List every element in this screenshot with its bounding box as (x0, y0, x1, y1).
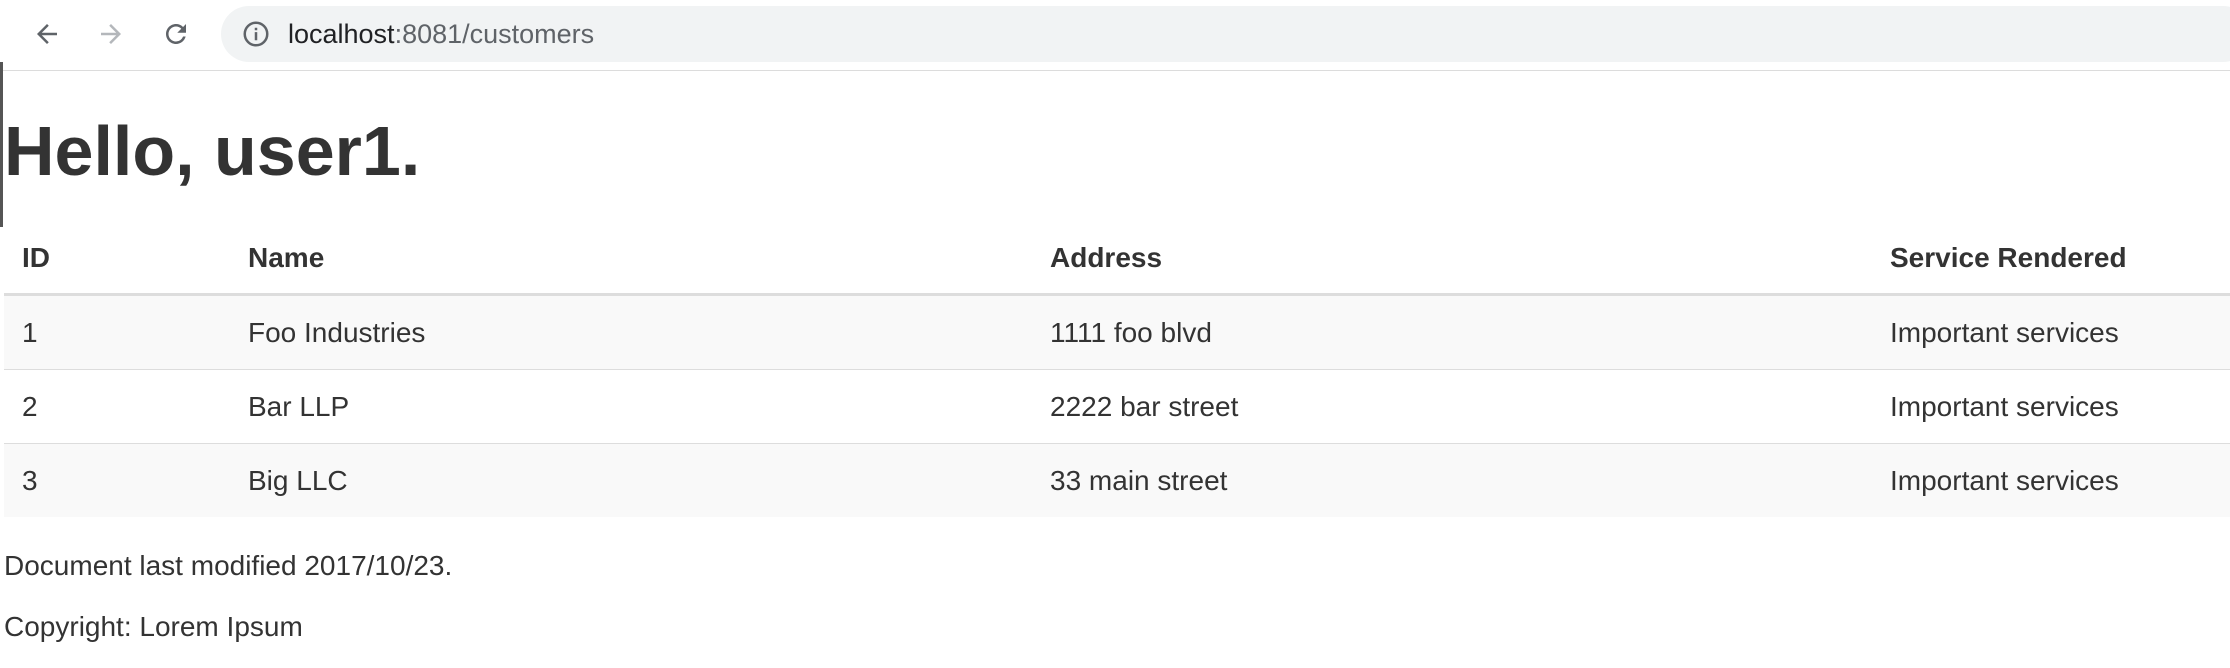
customers-table: ID Name Address Service Rendered 1 Foo I… (4, 223, 2230, 517)
browser-toolbar: localhost:8081/customers (0, 0, 2230, 71)
cell-service: Important services (1872, 294, 2230, 370)
reload-icon (166, 24, 186, 44)
forward-arrow-icon (101, 24, 121, 44)
last-modified-text: Document last modified 2017/10/23. (4, 550, 453, 581)
cell-address: 33 main street (1032, 443, 1872, 517)
copyright-text: Copyright: Lorem Ipsum (4, 611, 303, 642)
address-bar[interactable]: localhost:8081/customers (221, 6, 2230, 62)
cell-address: 2222 bar street (1032, 369, 1872, 444)
cell-service: Important services (1872, 369, 2230, 444)
table-row: 3 Big LLC 33 main street Important servi… (4, 443, 2230, 517)
cell-address: 1111 foo blvd (1032, 294, 1872, 370)
table-row: 2 Bar LLP 2222 bar street Important serv… (4, 369, 2230, 444)
cell-name: Big LLC (230, 443, 1032, 517)
column-header-service: Service Rendered (1872, 223, 2230, 296)
url-host: localhost (288, 19, 395, 49)
cell-name: Bar LLP (230, 369, 1032, 444)
reload-button[interactable] (156, 14, 196, 54)
column-header-address: Address (1032, 223, 1872, 296)
url-path: :8081/customers (394, 19, 595, 49)
cell-name: Foo Industries (230, 294, 1032, 370)
url-text[interactable]: localhost:8081/customers (288, 19, 594, 49)
cell-id: 2 (4, 369, 230, 444)
cell-service: Important services (1872, 443, 2230, 517)
table-row: 1 Foo Industries 1111 foo blvd Important… (4, 294, 2230, 370)
column-header-id: ID (4, 223, 230, 296)
forward-button[interactable] (91, 14, 131, 54)
back-button[interactable] (27, 14, 67, 54)
table-header-row: ID Name Address Service Rendered (4, 223, 2230, 296)
column-header-name: Name (230, 223, 1032, 296)
cell-id: 1 (4, 294, 230, 370)
info-icon[interactable] (241, 19, 271, 49)
back-arrow-icon (37, 24, 57, 44)
page-title: Hello, user1. (4, 112, 421, 190)
cell-id: 3 (4, 443, 230, 517)
window-edge (0, 62, 3, 227)
